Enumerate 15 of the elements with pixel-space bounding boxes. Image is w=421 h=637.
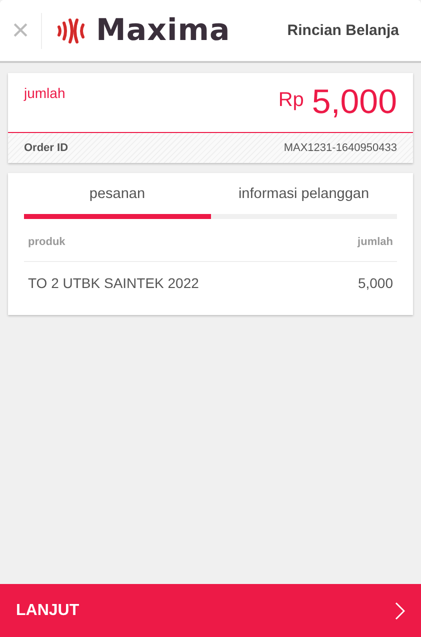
- table-cell: 5,000: [358, 275, 393, 291]
- order-id-value: MAX1231-1640950433: [284, 142, 397, 154]
- amount-label: jumlah: [24, 85, 66, 103]
- column-header: produk: [28, 236, 66, 248]
- column-header: jumlah: [358, 236, 393, 248]
- chevron-right-icon: [395, 602, 405, 620]
- amount-value: 5,000: [312, 84, 397, 120]
- tab[interactable]: informasi pelanggan: [210, 173, 397, 219]
- table-cell: TO 2 UTBK SAINTEK 2022: [28, 275, 199, 291]
- currency-label: Rp: [278, 89, 304, 112]
- tab[interactable]: pesanan: [24, 173, 210, 219]
- continue-button[interactable]: LANJUT: [0, 584, 421, 637]
- logo-text: Maxima: [96, 13, 230, 48]
- page-title: Rincian Belanja: [287, 22, 399, 39]
- order-id-label: Order ID: [24, 142, 68, 154]
